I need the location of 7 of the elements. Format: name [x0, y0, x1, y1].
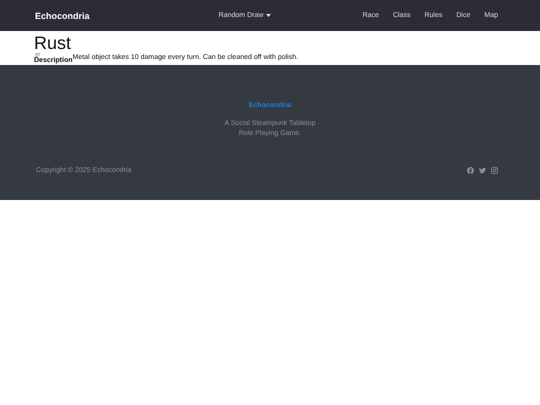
facebook-icon[interactable]: [467, 167, 474, 174]
list-icon: [35, 53, 40, 57]
brand-link[interactable]: Echocondria: [35, 10, 90, 20]
bird-icon[interactable]: [479, 167, 486, 174]
caret-icon: [266, 14, 272, 17]
page-title: Rust: [34, 33, 72, 53]
camera-icon[interactable]: [491, 167, 498, 174]
